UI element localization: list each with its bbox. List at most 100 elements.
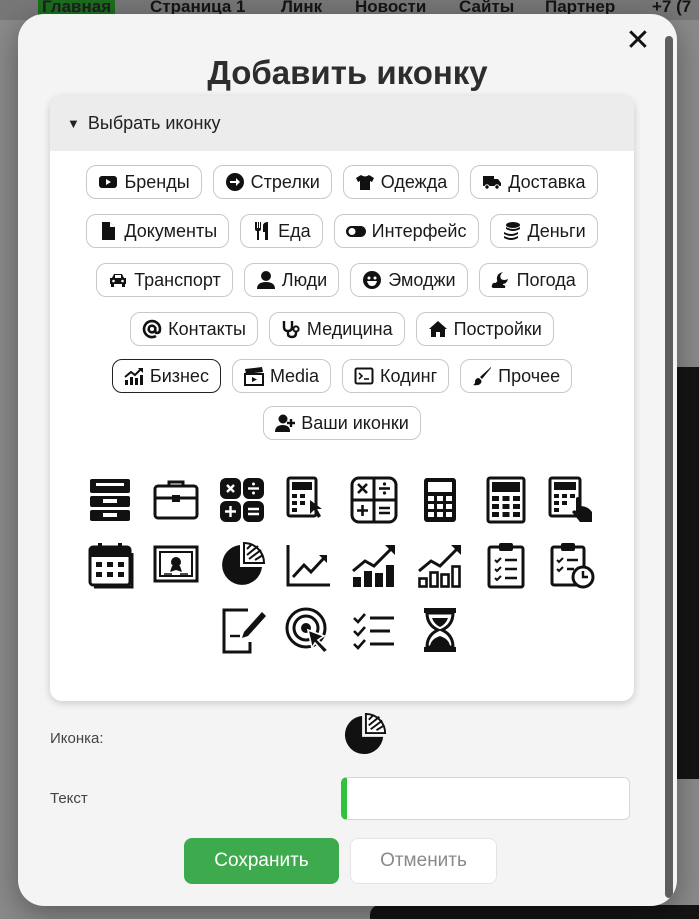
category-documents[interactable]: Документы bbox=[86, 214, 230, 248]
calculator-alt-icon[interactable] bbox=[480, 474, 531, 525]
category-arrows[interactable]: Стрелки bbox=[212, 165, 332, 199]
category-label: Прочее bbox=[498, 365, 561, 386]
briefcase-icon[interactable] bbox=[150, 474, 201, 525]
category-label: Погода bbox=[516, 269, 576, 290]
category-label: Бренды bbox=[124, 171, 190, 192]
home-icon bbox=[428, 321, 447, 337]
category-medicine[interactable]: Медицина bbox=[268, 312, 405, 346]
user-icon bbox=[256, 271, 275, 289]
category-label: Деньги bbox=[527, 220, 586, 241]
category-label: Доставка bbox=[508, 171, 586, 192]
category-contacts[interactable]: Контакты bbox=[130, 312, 258, 346]
pie-chart-icon bbox=[341, 712, 387, 758]
at-icon bbox=[142, 319, 162, 339]
empty-slot bbox=[84, 604, 135, 655]
terminal-icon bbox=[354, 367, 374, 385]
line-chart-icon[interactable] bbox=[282, 539, 333, 590]
category-interface[interactable]: Интерфейс bbox=[333, 214, 479, 248]
calculator-outline-icon[interactable] bbox=[348, 474, 399, 525]
archive-drawer-icon[interactable] bbox=[84, 474, 135, 525]
category-label: Еда bbox=[278, 220, 311, 241]
tasks-icon[interactable] bbox=[348, 604, 399, 655]
caret-down-icon: ▼ bbox=[67, 116, 80, 131]
pie-chart-icon[interactable] bbox=[216, 539, 267, 590]
category-list: Бренды Стрелки Одежда Доставка Документы… bbox=[50, 151, 634, 440]
category-label: Бизнес bbox=[149, 365, 209, 386]
text-input[interactable] bbox=[341, 777, 630, 820]
grin-icon bbox=[363, 271, 382, 289]
category-delivery[interactable]: Доставка bbox=[470, 165, 598, 199]
growth-chart-icon[interactable] bbox=[348, 539, 399, 590]
calculator-hand-icon[interactable] bbox=[546, 474, 597, 525]
target-click-icon[interactable] bbox=[282, 604, 333, 655]
icon-grid bbox=[84, 474, 604, 655]
category-people[interactable]: Люди bbox=[243, 263, 340, 297]
utensils-icon bbox=[255, 222, 269, 240]
chart-line-icon bbox=[124, 368, 143, 385]
category-media[interactable]: Media bbox=[231, 359, 331, 393]
cancel-button[interactable]: Отменить bbox=[350, 838, 497, 884]
category-label: Транспорт bbox=[134, 269, 221, 290]
empty-slot bbox=[150, 604, 201, 655]
save-button[interactable]: Сохранить bbox=[184, 838, 339, 884]
add-icon-dialog: Добавить иконку ✕ ▼ Выбрать иконку Бренд… bbox=[18, 14, 677, 906]
category-label: Кодинг bbox=[379, 365, 438, 386]
category-label: Контакты bbox=[168, 318, 246, 339]
category-brands[interactable]: Бренды bbox=[86, 165, 202, 199]
category-food[interactable]: Еда bbox=[240, 214, 323, 248]
category-clothes[interactable]: Одежда bbox=[342, 165, 460, 199]
clipboard-list-icon[interactable] bbox=[480, 539, 531, 590]
picker-header-label: Выбрать иконку bbox=[87, 113, 221, 133]
truck-icon bbox=[483, 176, 502, 190]
file-icon bbox=[102, 222, 116, 240]
category-label: Люди bbox=[281, 269, 328, 290]
category-your-icons[interactable]: Ваши иконки bbox=[263, 406, 421, 440]
clapperboard-icon bbox=[243, 367, 264, 386]
category-coding[interactable]: Кодинг bbox=[341, 359, 450, 393]
coins-icon bbox=[503, 222, 520, 240]
category-buildings[interactable]: Постройки bbox=[415, 312, 554, 346]
category-other[interactable]: Прочее bbox=[460, 359, 573, 393]
category-label: Документы bbox=[124, 220, 218, 241]
text-label: Текст bbox=[50, 790, 88, 807]
cloud-moon-icon bbox=[491, 272, 508, 288]
category-label: Media bbox=[269, 365, 319, 386]
calculator-icon[interactable] bbox=[414, 474, 465, 525]
category-label: Одежда bbox=[380, 171, 448, 192]
category-label: Постройки bbox=[453, 318, 542, 339]
category-weather[interactable]: Погода bbox=[478, 263, 588, 297]
category-label: Интерфейс bbox=[371, 220, 467, 241]
category-emoji[interactable]: Эмоджи bbox=[350, 263, 468, 297]
calculator-filled-icon[interactable] bbox=[216, 474, 267, 525]
close-button[interactable]: ✕ bbox=[624, 26, 652, 56]
calendar-icon[interactable] bbox=[84, 539, 135, 590]
brush-icon bbox=[473, 367, 492, 386]
signature-icon[interactable] bbox=[216, 604, 267, 655]
user-plus-icon bbox=[275, 414, 296, 432]
category-label: Стрелки bbox=[250, 171, 320, 192]
category-label: Эмоджи bbox=[388, 269, 456, 290]
scrollbar[interactable] bbox=[665, 36, 673, 898]
toggle-icon bbox=[345, 226, 366, 237]
car-icon bbox=[110, 274, 127, 287]
dialog-title: Добавить иконку bbox=[207, 54, 488, 91]
picker-toggle[interactable]: ▼ Выбрать иконку bbox=[50, 96, 634, 151]
certificate-icon[interactable] bbox=[150, 539, 201, 590]
category-money[interactable]: Деньги bbox=[489, 214, 598, 248]
calculator-pointer-icon[interactable] bbox=[282, 474, 333, 525]
category-label: Ваши иконки bbox=[301, 412, 409, 433]
arrow-circle-right-icon bbox=[225, 173, 244, 191]
hourglass-icon[interactable] bbox=[414, 604, 465, 655]
growth-chart-outline-icon[interactable] bbox=[414, 539, 465, 590]
category-transport[interactable]: Транспорт bbox=[96, 263, 233, 297]
clipboard-clock-icon[interactable] bbox=[546, 539, 597, 590]
category-label: Медицина bbox=[306, 318, 393, 339]
youtube-icon bbox=[99, 176, 118, 188]
category-business[interactable]: Бизнес bbox=[111, 359, 221, 393]
icon-label: Иконка: bbox=[50, 730, 104, 747]
background-photo bbox=[370, 905, 699, 919]
stethoscope-icon bbox=[282, 321, 300, 339]
tshirt-icon bbox=[355, 175, 374, 190]
background-photo bbox=[677, 367, 699, 779]
icon-picker: ▼ Выбрать иконку Бренды Стрелки Одежда Д… bbox=[50, 96, 634, 701]
